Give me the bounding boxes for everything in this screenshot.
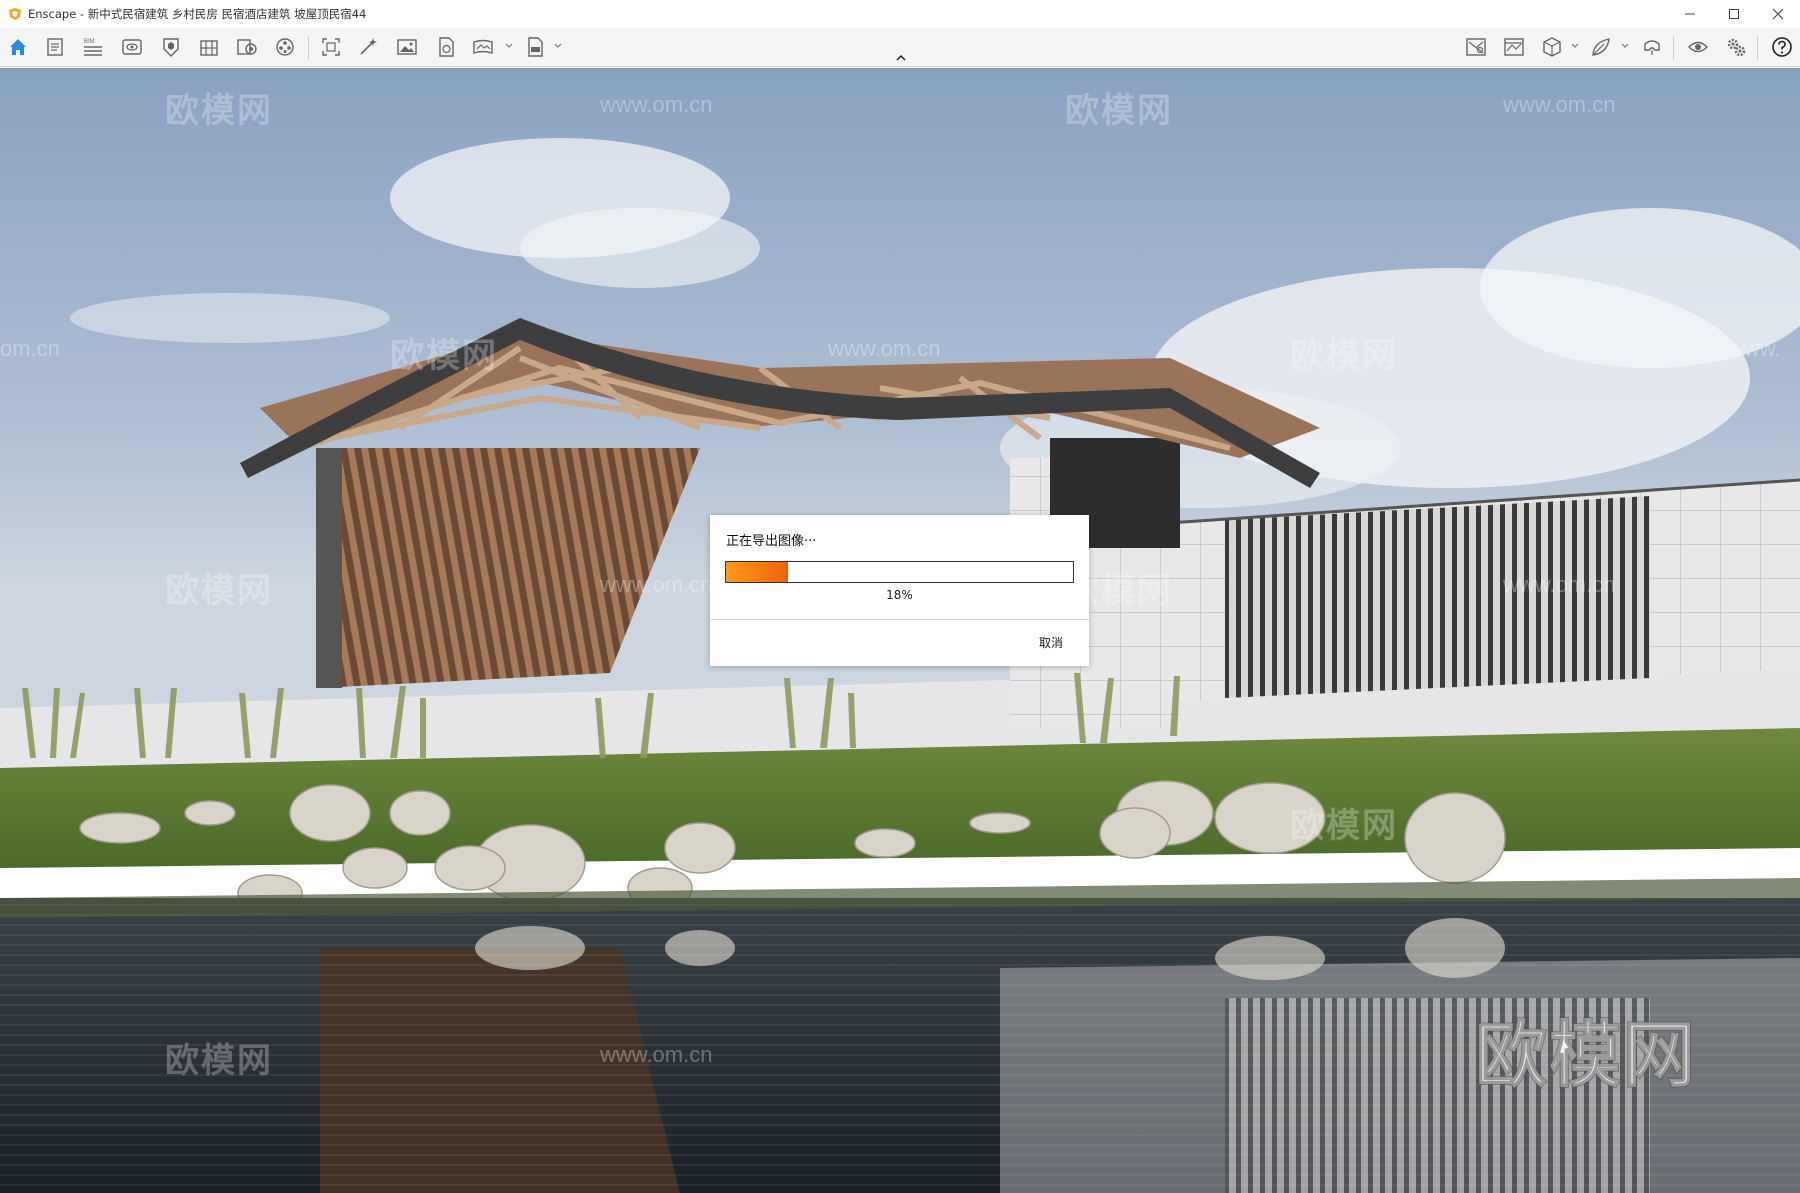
leaf-button[interactable] — [1590, 36, 1612, 58]
view-button[interactable] — [121, 36, 143, 58]
bim-icon: BIM — [84, 39, 102, 56]
asset-library-button[interactable] — [236, 36, 258, 58]
export-file-icon — [439, 37, 454, 57]
home-icon — [10, 39, 26, 55]
visual-settings-icon — [1504, 38, 1524, 56]
section-cube-icon — [1543, 37, 1561, 57]
chevron-down-icon[interactable] — [553, 41, 563, 51]
minimize-icon — [1685, 13, 1695, 15]
progress-percent-label: 18% — [886, 588, 913, 602]
watermark-logo: 欧模网 — [165, 91, 273, 131]
watermark-url: www.om.cn — [1503, 92, 1616, 117]
dialog-title: 正在导出图像··· — [726, 534, 817, 549]
toolbar-separator — [1757, 36, 1758, 60]
maximize-button[interactable] — [1712, 0, 1756, 28]
watermark-url: www.om.cn — [600, 92, 713, 117]
watermark-url: www.om.cn — [1503, 572, 1616, 597]
eye-icon — [1688, 41, 1708, 53]
watermark-logo: 欧模网 — [165, 1041, 273, 1081]
toolbar-separator — [308, 36, 309, 60]
watermark-logo: 欧模网 — [390, 336, 498, 376]
bim-button[interactable]: BIM — [82, 36, 104, 58]
svg-text:BIM: BIM — [84, 39, 95, 45]
window-title: Enscape - 新中式民宿建筑 乡村民房 民宿酒店建筑 坡屋顶民宿44 — [28, 7, 367, 21]
exe-export-icon — [528, 37, 543, 57]
title-bar: Enscape - 新中式民宿建筑 乡村民房 民宿酒店建筑 坡屋顶民宿44 — [0, 0, 1800, 28]
help-icon — [1772, 37, 1792, 57]
toolbar-separator — [1673, 36, 1674, 60]
close-icon — [1772, 8, 1784, 20]
export-file-button[interactable] — [435, 36, 457, 58]
watermark-url: www. — [1728, 336, 1781, 361]
chevron-up-icon[interactable] — [893, 52, 909, 64]
vr-headset-icon — [1644, 40, 1660, 55]
chevron-down-icon[interactable] — [1620, 41, 1630, 51]
watermark-logo: 欧模网 — [165, 571, 273, 611]
batch-render-button[interactable] — [320, 36, 342, 58]
settings-button[interactable] — [1725, 36, 1747, 58]
close-button[interactable] — [1756, 0, 1800, 28]
video-editor-icon — [276, 38, 294, 56]
dialog-divider — [710, 619, 1089, 620]
capture-button[interactable] — [160, 36, 182, 58]
watermark-logo: 欧模网 — [1290, 336, 1398, 376]
enscape-logo-icon — [9, 8, 21, 20]
magic-button[interactable] — [357, 36, 379, 58]
image-icon — [397, 39, 417, 55]
cancel-button[interactable]: 取消 — [1039, 634, 1063, 651]
section-cube-button[interactable] — [1541, 36, 1563, 58]
exe-export-button[interactable] — [524, 36, 546, 58]
watermark-logo: 欧模网 — [1065, 91, 1173, 131]
chevron-down-icon[interactable] — [504, 41, 514, 51]
watermark-logo: 欧模网 — [1290, 806, 1398, 846]
progress-bar — [725, 561, 1074, 583]
image-button[interactable] — [396, 36, 418, 58]
watermark-url: www.om.cn — [600, 572, 713, 597]
leaf-icon — [1592, 38, 1610, 56]
asset-library-icon — [237, 39, 257, 55]
notes-icon — [47, 38, 63, 56]
capture-icon — [163, 38, 179, 57]
watermark-url: om.cn — [0, 336, 60, 361]
watermark-url: www.om.cn — [828, 336, 941, 361]
watermark-url: www.om.cn — [600, 1042, 713, 1067]
export-progress-dialog: 正在导出图像··· 18% 取消 — [710, 515, 1089, 666]
map-icon — [1466, 38, 1486, 56]
magic-icon — [360, 38, 377, 55]
home-button[interactable] — [7, 36, 29, 58]
maximize-icon — [1729, 9, 1739, 19]
batch-render-icon — [322, 38, 340, 56]
building-button[interactable] — [198, 36, 220, 58]
notes-button[interactable] — [44, 36, 66, 58]
map-button[interactable] — [1465, 36, 1487, 58]
panorama-icon — [473, 39, 493, 54]
visual-settings-button[interactable] — [1503, 36, 1525, 58]
help-button[interactable] — [1771, 36, 1793, 58]
video-editor-button[interactable] — [274, 36, 296, 58]
minimize-button[interactable] — [1668, 0, 1712, 28]
settings-icon — [1727, 38, 1746, 57]
panorama-button[interactable] — [472, 36, 494, 58]
vr-headset-button[interactable] — [1641, 36, 1663, 58]
eye-button[interactable] — [1687, 36, 1709, 58]
progress-bar-fill — [726, 562, 789, 582]
view-icon — [122, 39, 142, 55]
chevron-down-icon[interactable] — [1570, 41, 1580, 51]
watermark-big-logo: 欧模网 — [1474, 1012, 1698, 1098]
building-icon — [200, 40, 218, 56]
